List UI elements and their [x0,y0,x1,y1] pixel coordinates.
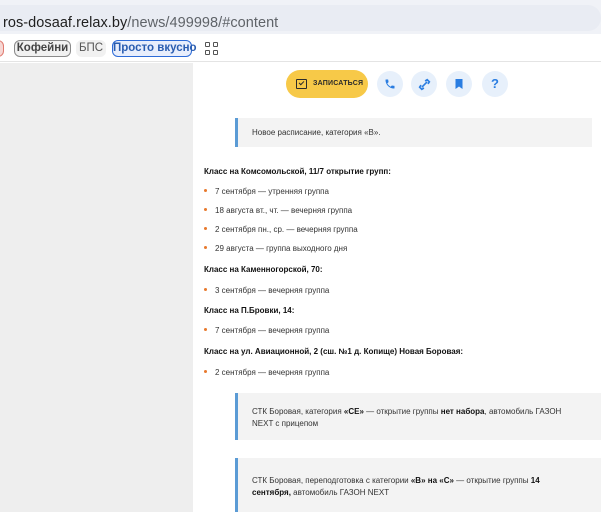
apps-grid-icon[interactable] [205,42,218,55]
bookmark-prosto-vkusno[interactable]: Просто вкусно [112,40,197,57]
retraining-callout: СТК Боровая, переподготовка с категории … [235,458,601,512]
group-heading: Класс на Комсомольской, 11/7 открытие гр… [204,167,391,176]
help-button[interactable]: ? [482,71,508,97]
bullet-icon [204,370,207,374]
bookmark-icon [455,79,463,89]
bookmarks-bar: Кофейни БПС Просто вкусно [0,34,601,62]
bookmark-bps[interactable]: БПС [76,40,106,57]
list-item-text: 18 августа вт., чт. — вечерняя группа [215,206,353,215]
list-item: 29 августа — группа выходного дня [204,244,347,253]
bullet-icon [204,288,207,292]
bullet-icon [204,246,207,250]
ce-category-callout: СТК Боровая, категория «СЕ» — открытие г… [235,393,601,440]
note-text: СТК Боровая, категория [252,407,344,416]
url-path: /news/499998/#content [127,15,279,31]
calendar-check-icon [296,79,307,89]
share-link-button[interactable] [411,71,437,97]
list-item-text: 29 августа — группа выходного дня [215,244,348,253]
bullet-icon [204,227,207,231]
intro-callout: Новое расписание, категория «В». [235,118,592,147]
list-item: 3 сентября — вечерняя группа [204,286,329,295]
note-text: — открытие группы [453,476,531,485]
group-heading: Класс на П.Бровки, 14: [204,306,295,315]
group-heading: Класс на Каменногорской, 70: [204,265,323,274]
list-item: 2 сентября пн., ср. — вечерняя группа [204,225,358,234]
bookmark-coffee[interactable]: Кофейни [14,40,71,57]
note-bold: нет набора [440,407,485,416]
list-item-text: 7 сентября — утренняя группа [215,187,329,196]
note-bold: «В» на «С» [410,476,454,485]
help-icon: ? [491,76,499,91]
list-item: 7 сентября — вечерняя группа [204,326,329,335]
bookmark-partial[interactable] [0,40,4,57]
note-text: автомобиль ГАЗОН NEXT [290,488,390,497]
list-item-text: 7 сентября — вечерняя группа [215,326,330,335]
group-heading: Класс на ул. Авиационной, 2 (сш. №1 д. К… [204,347,464,356]
url-field[interactable]: ros-dosaaf.relax.by/news/499998/#content [0,5,601,31]
note-text: СТК Боровая, переподготовка с категории [252,476,411,485]
phone-icon [385,79,395,89]
link-icon [418,78,430,91]
list-item: 2 сентября — вечерняя группа [204,368,329,377]
url-host: ros-dosaaf.relax.by [3,15,128,31]
bullet-icon [204,189,207,193]
bullet-icon [204,208,207,212]
list-item-text: 2 сентября — вечерняя группа [215,368,330,377]
list-item: 18 августа вт., чт. — вечерняя группа [204,206,352,215]
left-sidebar [0,63,193,512]
intro-text: Новое расписание, категория «В». [252,128,381,137]
enroll-button-label: ЗАПИСАТЬСЯ [313,80,364,87]
enroll-button[interactable]: ЗАПИСАТЬСЯ [286,70,368,98]
note-text: — открытие группы [363,407,441,416]
phone-button[interactable] [377,71,403,97]
bookmark-button[interactable] [446,71,472,97]
browser-address-bar: ros-dosaaf.relax.by/news/499998/#content [0,0,601,34]
url-text: ros-dosaaf.relax.by/news/499998/#content [3,15,278,31]
bullet-icon [204,328,207,332]
list-item-text: 3 сентября — вечерняя группа [215,286,330,295]
list-item-text: 2 сентября пн., ср. — вечерняя группа [215,225,358,234]
list-item: 7 сентября — утренняя группа [204,187,329,196]
note-bold: «СЕ» [343,407,364,416]
